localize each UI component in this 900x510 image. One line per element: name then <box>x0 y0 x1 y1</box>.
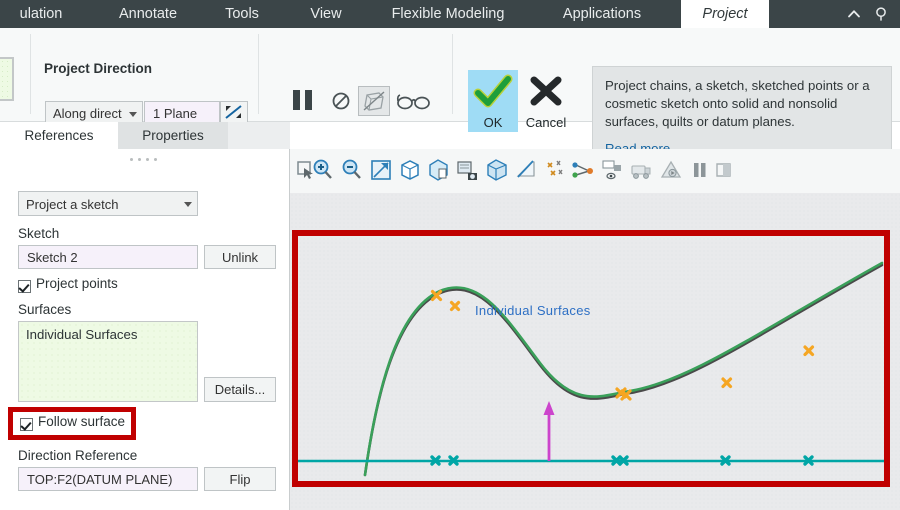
ribbon-tab-tools[interactable]: Tools <box>200 0 284 28</box>
group-divider-left <box>30 34 31 114</box>
chevron-up-icon[interactable] <box>846 6 862 22</box>
sketch-field[interactable]: Sketch 2 <box>18 245 198 269</box>
ok-button[interactable]: OK <box>468 70 518 132</box>
unlink-button[interactable]: Unlink <box>204 245 276 269</box>
flip-button[interactable]: Flip <box>204 467 276 491</box>
direction-reference-label: Direction Reference <box>18 448 137 463</box>
dialog-tab-strip: References Properties <box>0 122 290 150</box>
panel-grip-handle[interactable] <box>130 155 166 163</box>
wireframe-preview-icon[interactable] <box>358 86 390 116</box>
close-window-icon[interactable] <box>712 157 738 183</box>
group-divider-mid <box>258 34 259 114</box>
chevron-down-icon <box>129 112 137 117</box>
ok-label: OK <box>468 115 518 130</box>
standard-orientation-icon[interactable] <box>397 157 423 183</box>
tooltip-text: Project chains, a sketch, sketched point… <box>605 77 879 131</box>
ribbon-tab-applications[interactable]: Applications <box>528 0 676 28</box>
zoom-out-icon[interactable] <box>339 157 365 183</box>
individual-surfaces-annotation: Individual Surfaces <box>475 303 591 318</box>
view-manager-icon[interactable] <box>455 157 481 183</box>
named-view-icon[interactable] <box>484 157 510 183</box>
datum-display-icon[interactable] <box>513 157 539 183</box>
graphics-toolbar <box>290 149 900 194</box>
sketch-label: Sketch <box>18 226 59 241</box>
search-icon[interactable] <box>874 6 890 22</box>
projection-type-value: Project a sketch <box>26 192 119 216</box>
ribbon-tab-simulation[interactable]: ulation <box>0 0 96 28</box>
surfaces-collector-item: Individual Surfaces <box>26 327 137 342</box>
pause-playback-icon[interactable] <box>687 157 713 183</box>
plane-reference-field[interactable]: 1 Plane <box>144 101 220 124</box>
surfaces-label: Surfaces <box>18 302 71 317</box>
chevron-down-icon <box>184 202 192 207</box>
left-partial-collector[interactable] <box>0 57 14 101</box>
saved-views-icon[interactable] <box>426 157 452 183</box>
graphics-viewport[interactable]: Individual Surfaces <box>290 193 900 510</box>
application-window: ulation Annotate Tools View Flexible Mod… <box>0 0 900 510</box>
annotation-display-icon[interactable] <box>571 157 597 183</box>
refit-icon[interactable] <box>368 157 394 183</box>
group-divider-right <box>452 34 453 114</box>
ribbon-tab-flexible-modeling[interactable]: Flexible Modeling <box>368 0 528 28</box>
pause-icon[interactable] <box>289 88 317 112</box>
project-points-label: Project points <box>36 276 118 291</box>
references-panel: Project a sketch Sketch Sketch 2 Unlink … <box>0 149 290 510</box>
ribbon-tab-project[interactable]: Project <box>681 0 769 28</box>
project-direction-title: Project Direction <box>44 61 152 76</box>
project-points-checkbox[interactable] <box>18 280 31 293</box>
scene-icon[interactable] <box>658 157 684 183</box>
ribbon-body: Project Direction Along direct 1 Plane <box>0 28 900 122</box>
model-geometry <box>290 193 900 510</box>
direction-reference-field[interactable]: TOP:F2(DATUM PLANE) <box>18 467 198 491</box>
cancel-label: Cancel <box>518 115 574 130</box>
spin-center-icon[interactable] <box>600 157 626 183</box>
ribbon-right-controls <box>830 0 900 28</box>
ribbon-tab-view[interactable]: View <box>284 0 368 28</box>
glasses-preview-icon[interactable] <box>396 90 432 112</box>
flip-direction-icon[interactable] <box>220 101 248 124</box>
direction-mode-combo[interactable]: Along direct <box>45 101 143 124</box>
tab-references[interactable]: References <box>0 122 118 149</box>
direction-mode-value: Along direct <box>53 102 122 124</box>
ribbon-tab-annotate[interactable]: Annotate <box>96 0 200 28</box>
projection-type-combo[interactable]: Project a sketch <box>18 191 198 216</box>
tab-properties[interactable]: Properties <box>118 122 228 149</box>
surfaces-collector[interactable]: Individual Surfaces <box>18 321 198 402</box>
appearance-icon[interactable] <box>629 157 655 183</box>
follow-surface-checkbox[interactable] <box>20 418 33 431</box>
follow-surface-label: Follow surface <box>38 414 125 429</box>
cancel-button[interactable]: Cancel <box>518 70 574 132</box>
details-button[interactable]: Details... <box>204 377 276 402</box>
zoom-in-icon[interactable] <box>310 157 336 183</box>
no-entry-icon[interactable] <box>330 90 352 112</box>
datum-points-icon[interactable] <box>542 157 568 183</box>
ribbon-tab-strip: ulation Annotate Tools View Flexible Mod… <box>0 0 900 28</box>
